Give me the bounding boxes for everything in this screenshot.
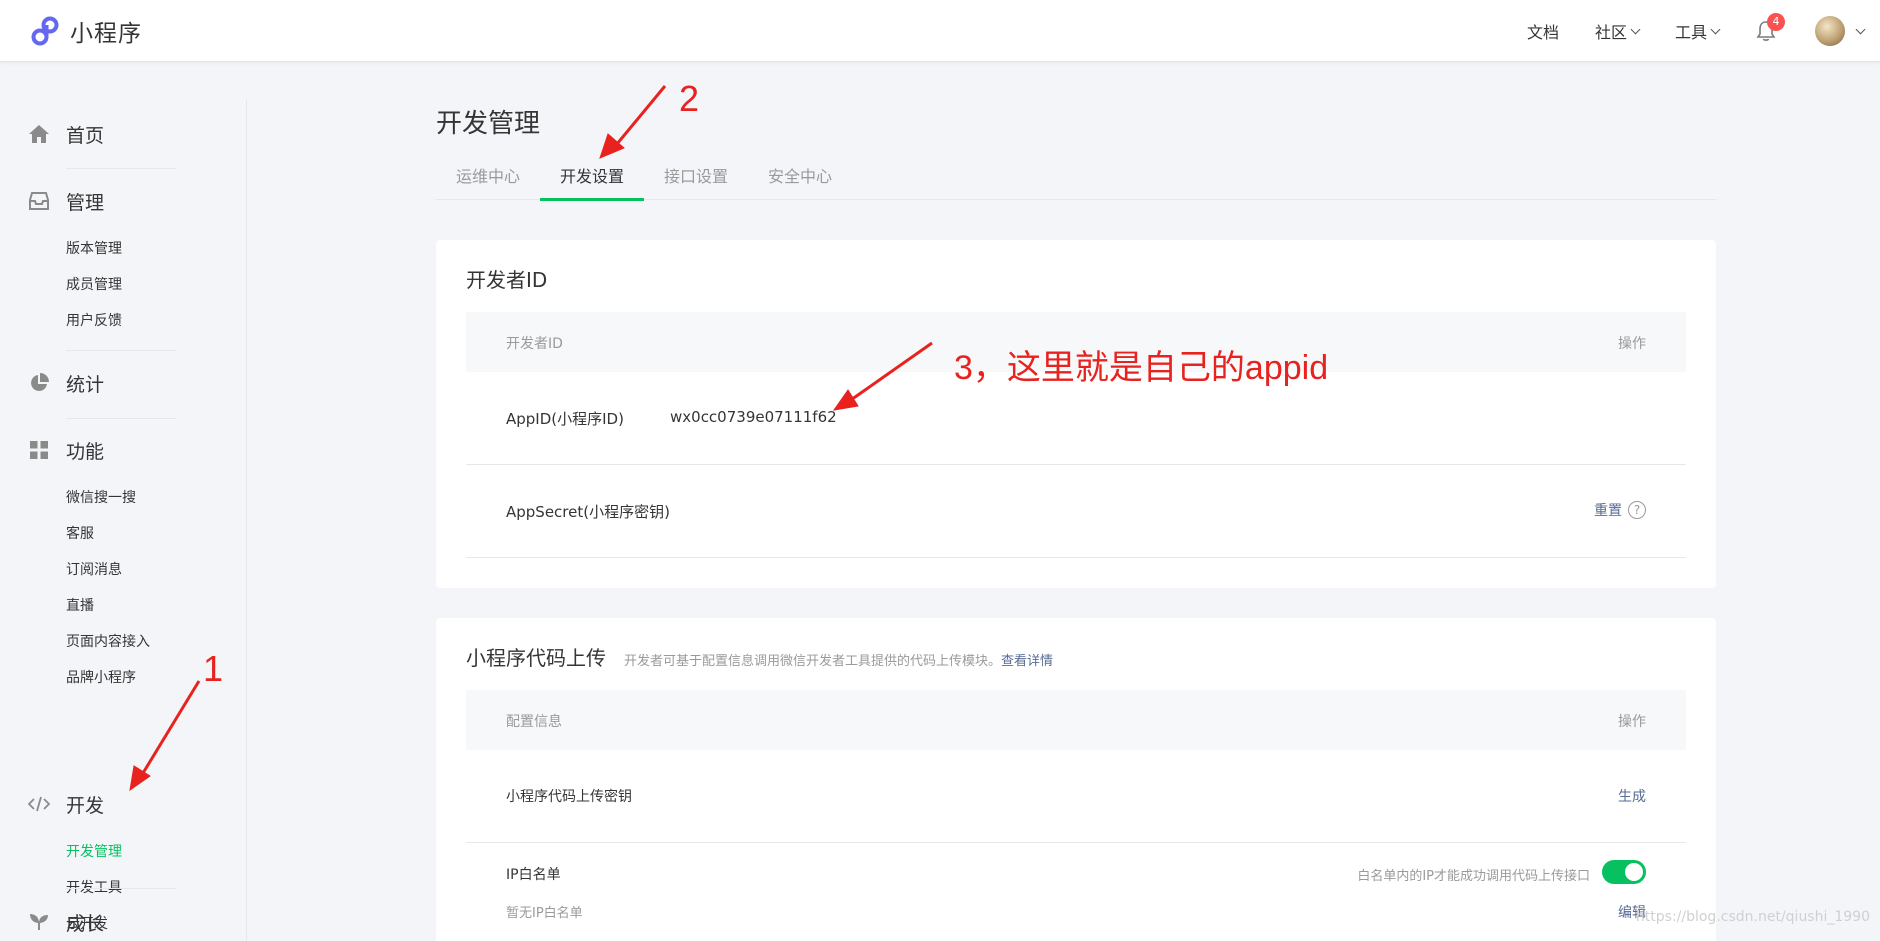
sidebar-divider [66, 350, 176, 351]
sidebar-item-version-manage[interactable]: 版本管理 [0, 231, 246, 267]
sidebar-item-wechat-search[interactable]: 微信搜一搜 [0, 480, 246, 516]
sidebar-item-customer-service[interactable]: 客服 [0, 516, 246, 552]
sidebar-item-dev-manage[interactable]: 开发管理 [0, 834, 246, 870]
pie-chart-icon [28, 372, 50, 394]
sidebar-divider [66, 168, 176, 169]
avatar [1815, 16, 1845, 46]
ip-whitelist-toggle[interactable] [1602, 860, 1646, 884]
view-details-link[interactable]: 查看详情 [1001, 654, 1053, 669]
code-upload-header: 小程序代码上传 开发者可基于配置信息调用微信开发者工具提供的代码上传模块。查看详… [466, 642, 1053, 671]
appsecret-reset-link[interactable]: 重置 ? [1594, 500, 1646, 520]
sidebar: 首页 管理 版本管理 成员管理 用户反馈 统计 功能 微信搜一搜 客服 订阅消息… [0, 62, 246, 941]
sidebar-item-manage[interactable]: 管理 [0, 183, 246, 219]
sidebar-item-home[interactable]: 首页 [0, 116, 246, 152]
nav-docs-label: 文档 [1526, 23, 1559, 42]
appsecret-row: AppSecret(小程序密钥) 重置 ? [466, 465, 1686, 558]
sidebar-item-live[interactable]: 直播 [0, 588, 246, 624]
sidebar-item-stats-label: 统计 [66, 373, 105, 396]
upload-key-label: 小程序代码上传密钥 [506, 789, 632, 805]
sidebar-item-stats[interactable]: 统计 [0, 365, 246, 401]
sidebar-group-growth: 成长 [0, 904, 246, 940]
home-icon [28, 123, 50, 145]
reset-label: 重置 [1594, 503, 1622, 519]
sidebar-item-user-feedback[interactable]: 用户反馈 [0, 303, 246, 339]
app-logo[interactable]: 小程序 [28, 14, 142, 48]
notifications-button[interactable]: 4 [1755, 13, 1785, 43]
code-upload-card: 小程序代码上传 开发者可基于配置信息调用微信开发者工具提供的代码上传模块。查看详… [436, 618, 1716, 941]
ip-whitelist-row: IP白名单 白名单内的IP才能成功调用代码上传接口 暂无IP白名单 编辑 [466, 843, 1686, 941]
sidebar-divider [66, 418, 176, 419]
sidebar-divider [66, 888, 176, 889]
nav-tools-label: 工具 [1674, 23, 1707, 42]
tab-dev-settings[interactable]: 开发设置 [540, 158, 645, 201]
upload-table-header: 配置信息 操作 [466, 690, 1686, 750]
user-menu[interactable] [1815, 16, 1866, 46]
sidebar-item-growth[interactable]: 成长 [0, 904, 246, 940]
code-upload-title: 小程序代码上传 [466, 646, 606, 670]
help-icon[interactable]: ? [1628, 501, 1646, 519]
grid-icon [28, 439, 50, 461]
chevron-down-icon [1710, 24, 1721, 34]
sidebar-item-subscribe-message[interactable]: 订阅消息 [0, 552, 246, 588]
ip-whitelist-label: IP白名单 [506, 867, 561, 883]
developer-id-card: 开发者ID 开发者ID 操作 AppID(小程序ID) wx0cc0739e07… [436, 240, 1716, 588]
sidebar-group-stats: 统计 [0, 365, 246, 401]
notification-badge: 4 [1767, 13, 1785, 31]
nav-tools[interactable]: 工具 [1674, 19, 1721, 43]
sidebar-border [246, 100, 247, 941]
sidebar-item-home-label: 首页 [66, 124, 105, 147]
appid-value[interactable]: wx0cc0739e07111f62 [670, 408, 837, 426]
sidebar-item-member-manage[interactable]: 成员管理 [0, 267, 246, 303]
page-title: 开发管理 [436, 109, 541, 139]
code-icon [28, 793, 50, 815]
col-action: 操作 [1618, 336, 1646, 352]
appsecret-label: AppSecret(小程序密钥) [506, 503, 670, 521]
top-bar: 小程序 文档 社区 工具 4 [0, 0, 1880, 62]
sidebar-item-manage-label: 管理 [66, 191, 105, 214]
chevron-down-icon [1630, 24, 1641, 34]
col-action: 操作 [1618, 714, 1646, 730]
tab-security-center[interactable]: 安全中心 [748, 158, 852, 200]
sprout-icon [28, 911, 50, 933]
miniprogram-logo-icon [31, 16, 59, 46]
code-upload-desc: 开发者可基于配置信息调用微信开发者工具提供的代码上传模块。查看详情 [624, 650, 1053, 669]
annotation-label-2: 2 [679, 78, 700, 119]
sidebar-item-features[interactable]: 功能 [0, 432, 246, 468]
sidebar-item-dev[interactable]: 开发 [0, 786, 246, 822]
generate-key-link[interactable]: 生成 [1618, 786, 1646, 806]
code-upload-desc-text: 开发者可基于配置信息调用微信开发者工具提供的代码上传模块。 [624, 654, 1002, 669]
sidebar-item-growth-label: 成长 [66, 912, 105, 935]
sidebar-item-features-label: 功能 [66, 440, 105, 463]
annotation-label-1: 1 [203, 648, 224, 689]
tab-ops-center[interactable]: 运维中心 [436, 158, 540, 200]
developer-id-title: 开发者ID [466, 268, 548, 292]
tab-api-settings[interactable]: 接口设置 [644, 158, 748, 200]
nav-community[interactable]: 社区 [1594, 19, 1641, 43]
watermark: https://blog.csdn.net/qiushi_1990 [1635, 909, 1870, 925]
sidebar-group-manage: 管理 版本管理 成员管理 用户反馈 [0, 183, 246, 339]
inbox-icon [28, 190, 50, 212]
tab-bar: 运维中心 开发设置 接口设置 安全中心 [436, 158, 1716, 201]
annotation-arrow-2 [599, 85, 667, 159]
col-config-info: 配置信息 [506, 714, 562, 730]
upload-key-row: 小程序代码上传密钥 生成 [466, 750, 1686, 843]
appid-label: AppID(小程序ID) [506, 410, 624, 428]
sidebar-group-home: 首页 [0, 116, 246, 152]
nav-community-label: 社区 [1594, 23, 1627, 42]
col-developer-id: 开发者ID [506, 336, 563, 352]
annotation-label-3: 3，这里就是自己的appid [954, 349, 1329, 387]
ip-whitelist-hint: 白名单内的IP才能成功调用代码上传接口 [1357, 869, 1590, 884]
top-nav: 文档 社区 工具 4 [1527, 0, 1880, 62]
chevron-down-icon [1855, 24, 1866, 34]
sidebar-item-dev-label: 开发 [66, 794, 105, 817]
app-name: 小程序 [70, 21, 142, 47]
nav-docs[interactable]: 文档 [1527, 19, 1559, 43]
ip-whitelist-empty: 暂无IP白名单 [506, 906, 583, 921]
